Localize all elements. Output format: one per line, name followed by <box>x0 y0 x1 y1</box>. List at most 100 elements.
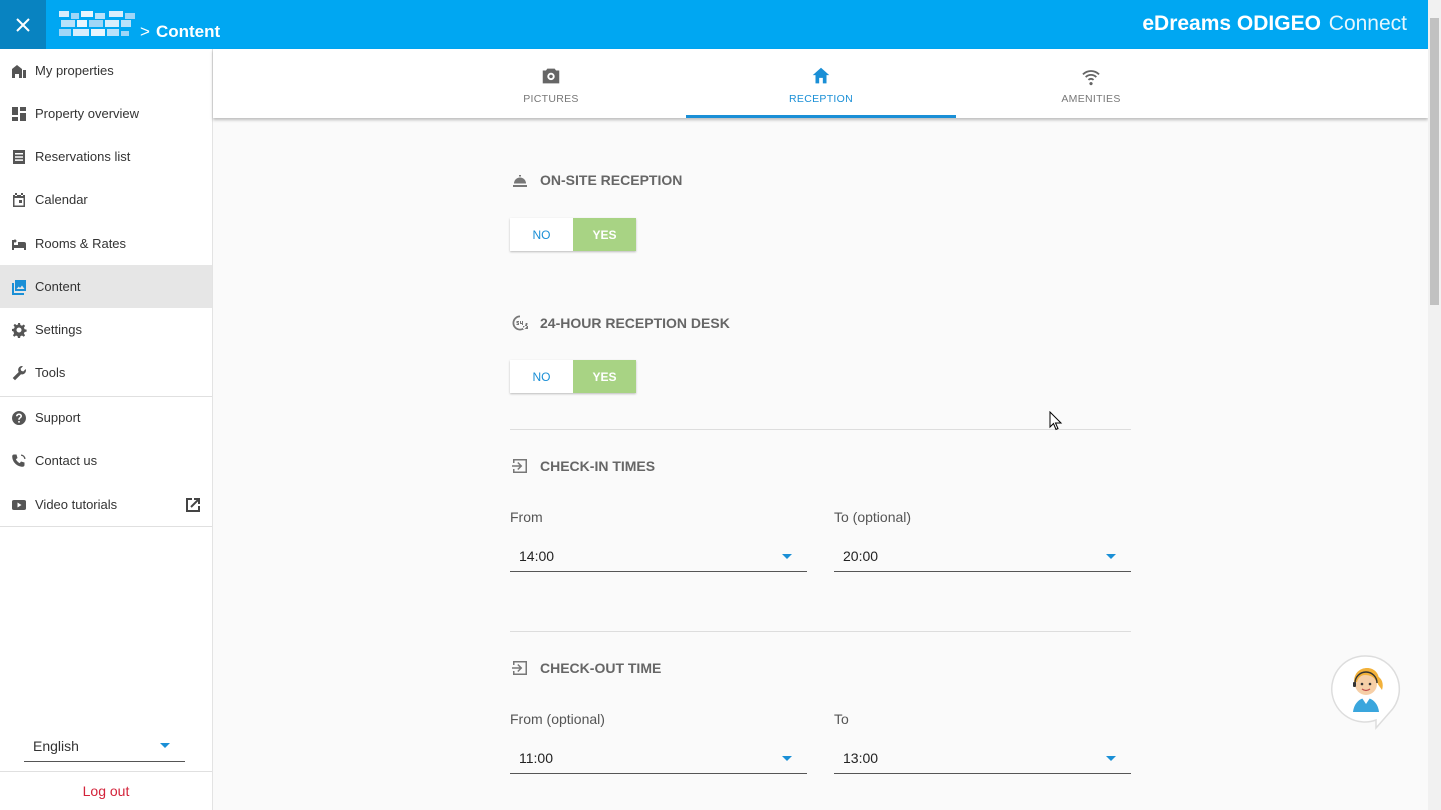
checkin-to-select[interactable]: 20:00 <box>834 543 1131 572</box>
sidebar-item-content[interactable]: Content <box>0 265 212 308</box>
sidebar-item-label: My properties <box>35 63 114 78</box>
close-icon <box>16 17 30 32</box>
sidebar-item-label: Support <box>35 410 81 425</box>
youtube-icon <box>11 497 27 513</box>
sidebar-item-calendar[interactable]: Calendar <box>0 178 212 221</box>
reception-24h-title: 24-HOUR RECEPTION DESK <box>510 313 730 333</box>
image-icon <box>11 279 27 295</box>
onsite-reception-toggle: NO YES <box>510 218 636 251</box>
gear-icon <box>11 322 27 338</box>
select-value: 20:00 <box>843 548 879 564</box>
tab-amenities[interactable]: AMENITIES <box>956 49 1226 118</box>
onsite-reception-title: ON-SITE RECEPTION <box>510 170 682 190</box>
language-value: English <box>33 738 79 754</box>
sidebar-item-support[interactable]: Support <box>0 396 212 439</box>
reception-bell-icon <box>510 170 530 190</box>
sidebar-item-label: Settings <box>35 322 82 337</box>
brand-suffix: Connect <box>1328 12 1407 35</box>
sidebar-item-label: Tools <box>35 365 66 380</box>
sidebar-item-label: Reservations list <box>35 149 131 164</box>
onsite-yes-button[interactable]: YES <box>573 218 636 251</box>
sidebar-item-label: Contact us <box>35 453 98 468</box>
sidebar-item-label: Content <box>35 279 81 294</box>
help-icon <box>11 410 27 426</box>
tab-label: RECEPTION <box>789 93 853 105</box>
close-menu-button[interactable] <box>0 0 46 49</box>
mouse-cursor-icon <box>1049 411 1063 431</box>
sidebar-item-property-overview[interactable]: Property overview <box>0 92 212 135</box>
wrench-icon <box>11 365 27 381</box>
phone-icon <box>11 453 27 469</box>
sidebar-item-contact-us[interactable]: Contact us <box>0 439 212 482</box>
bed-icon <box>11 236 27 252</box>
breadcrumb: > Content <box>140 22 220 42</box>
select-value: 13:00 <box>843 750 879 766</box>
wifi-icon <box>1082 70 1100 86</box>
tab-reception[interactable]: RECEPTION <box>686 49 956 118</box>
logout-button[interactable]: Log out <box>0 771 212 810</box>
tab-pictures[interactable]: PICTURES <box>416 49 686 118</box>
chevron-down-icon <box>1106 554 1116 559</box>
dashboard-icon <box>11 106 27 122</box>
checkout-from-select[interactable]: 11:00 <box>510 745 807 774</box>
select-value: 14:00 <box>519 548 555 564</box>
external-link-icon <box>186 498 200 512</box>
buildings-icon <box>11 63 27 79</box>
brand-name: eDreams ODIGEO <box>1142 12 1321 35</box>
sidebar-item-rooms-rates[interactable]: Rooms & Rates <box>0 222 212 265</box>
sidebar-divider <box>0 526 212 527</box>
list-icon <box>11 149 27 165</box>
sidebar: My properties Property overview Reservat… <box>0 49 213 810</box>
select-value: 11:00 <box>519 750 553 766</box>
checkout-from-label: From (optional) <box>510 711 605 727</box>
section-divider <box>510 631 1131 632</box>
tab-label: AMENITIES <box>1061 93 1121 105</box>
checkout-time-title: CHECK-OUT TIME <box>510 658 661 678</box>
section-title-text: CHECK-OUT TIME <box>540 660 662 676</box>
sidebar-item-label: Property overview <box>35 106 140 121</box>
brand-logo: eDreams ODIGEO Connect <box>1142 12 1407 36</box>
support-assistant-icon[interactable] <box>1331 654 1401 730</box>
checkout-icon <box>510 658 530 678</box>
sidebar-item-label: Video tutorials <box>35 497 118 512</box>
checkin-from-label: From <box>510 509 543 525</box>
language-select[interactable]: English <box>24 735 185 762</box>
section-title-text: CHECK-IN TIMES <box>540 458 656 474</box>
section-divider <box>510 429 1131 430</box>
section-title-text: ON-SITE RECEPTION <box>540 172 683 188</box>
sidebar-item-settings[interactable]: Settings <box>0 308 212 351</box>
tab-label: PICTURES <box>523 93 579 105</box>
checkin-from-select[interactable]: 14:00 <box>510 543 807 572</box>
sidebar-item-my-properties[interactable]: My properties <box>0 49 212 92</box>
onsite-no-button[interactable]: NO <box>510 218 573 251</box>
sidebar-item-reservations-list[interactable]: Reservations list <box>0 135 212 178</box>
reception-24h-toggle: NO YES <box>510 360 636 393</box>
checkin-icon <box>510 456 530 476</box>
calendar-icon <box>11 192 27 208</box>
desk24-yes-button[interactable]: YES <box>573 360 636 393</box>
section-title-text: 24-HOUR RECEPTION DESK <box>540 315 730 331</box>
clock-24h-icon <box>510 313 530 333</box>
home-icon <box>812 67 830 84</box>
camera-icon <box>542 68 560 84</box>
sidebar-item-label: Calendar <box>35 192 88 207</box>
content-tabs: PICTURES RECEPTION AMENITIES <box>213 49 1428 118</box>
chevron-down-icon <box>1106 756 1116 761</box>
checkout-to-select[interactable]: 13:00 <box>834 745 1131 774</box>
checkout-to-label: To <box>834 711 849 727</box>
top-bar: > Content eDreams ODIGEO Connect <box>0 0 1441 49</box>
sidebar-item-tools[interactable]: Tools <box>0 351 212 394</box>
sidebar-item-label: Rooms & Rates <box>35 236 127 251</box>
breadcrumb-current: Content <box>155 22 221 41</box>
chevron-down-icon <box>782 756 792 761</box>
chevron-down-icon <box>782 554 792 559</box>
sidebar-item-video-tutorials[interactable]: Video tutorials <box>0 483 212 526</box>
checkin-times-title: CHECK-IN TIMES <box>510 456 655 476</box>
breadcrumb-separator: > <box>140 22 150 41</box>
property-name-blurred <box>59 11 135 36</box>
chevron-down-icon <box>160 743 170 748</box>
checkin-to-label: To (optional) <box>834 509 912 525</box>
page-scrollbar[interactable] <box>1428 0 1441 810</box>
scrollbar-thumb[interactable] <box>1430 18 1439 305</box>
desk24-no-button[interactable]: NO <box>510 360 573 393</box>
